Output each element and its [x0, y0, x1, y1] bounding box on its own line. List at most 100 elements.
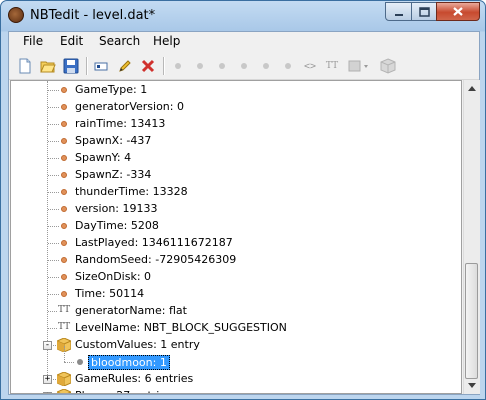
int-tag-icon — [61, 172, 67, 178]
menu-file[interactable]: File — [23, 34, 43, 48]
tree-row[interactable]: LastPlayed: 1346111672187 — [11, 235, 461, 252]
tree-row-label: SizeOnDisk: 0 — [75, 270, 152, 283]
tree-row[interactable]: + GameRules: 6 entries — [11, 371, 461, 388]
int-tag-icon — [61, 223, 67, 229]
byte-tag-icon — [77, 359, 83, 365]
tree-row[interactable]: - CustomValues: 1 entry — [11, 337, 461, 354]
tree-row[interactable]: TT generatorName: flat — [11, 303, 461, 320]
tree-row[interactable]: DayTime: 5208 — [11, 218, 461, 235]
int-tag-icon — [61, 291, 67, 297]
menu-bar: File Edit Search Help — [9, 32, 479, 52]
edit-button[interactable] — [115, 56, 135, 76]
tree-connector — [48, 107, 59, 108]
tree-connector — [64, 362, 74, 363]
tree-row-label: DayTime: 5208 — [75, 219, 159, 232]
new-file-button[interactable] — [15, 56, 35, 76]
add-list-button[interactable] — [346, 56, 374, 76]
tree-row-label: SpawnX: -437 — [75, 134, 152, 147]
tree-row[interactable]: SpawnY: 4 — [11, 150, 461, 167]
tree-row[interactable]: thunderTime: 13328 — [11, 184, 461, 201]
edit-icon — [119, 60, 131, 72]
nbt-tree-view[interactable]: GameType: 1 generatorVersion: 0 rainTime: … — [10, 80, 462, 394]
maximize-icon — [418, 6, 430, 17]
compound-tag-icon — [57, 372, 71, 386]
tree-row[interactable]: GameType: 1 — [11, 82, 461, 99]
tree-row[interactable]: SpawnX: -437 — [11, 133, 461, 150]
add-string-icon: TT — [325, 61, 339, 71]
tree-row-label: Time: 50114 — [75, 287, 145, 300]
add-float-icon — [263, 63, 269, 69]
int-tag-icon — [61, 138, 67, 144]
tree-row-label: SpawnZ: -334 — [75, 168, 152, 181]
tree-row[interactable]: Time: 50114 — [11, 286, 461, 303]
maximize-button[interactable] — [411, 2, 437, 21]
collapse-icon[interactable]: - — [43, 341, 52, 350]
tree-row-label: rainTime: 13413 — [75, 117, 166, 130]
tree-row[interactable]: bloodmoon: 1 — [11, 346, 461, 371]
add-short-button[interactable] — [190, 56, 210, 76]
tree-row[interactable]: TT LevelName: NBT_BLOCK_SUGGESTION — [11, 320, 461, 337]
app-icon — [8, 7, 24, 23]
tree-connector — [48, 124, 59, 125]
open-folder-icon — [40, 61, 56, 73]
tree-row-label: bloodmoon: 1 — [88, 355, 170, 370]
add-compound-button[interactable] — [378, 56, 398, 76]
int-tag-icon — [61, 104, 67, 110]
add-byte-array-button[interactable]: <> — [300, 56, 320, 76]
int-tag-icon — [61, 274, 67, 280]
delete-button[interactable] — [138, 56, 158, 76]
tree-connector — [48, 277, 59, 278]
tree-row[interactable]: SpawnZ: -334 — [11, 167, 461, 184]
open-button[interactable] — [38, 56, 58, 76]
add-list-icon — [348, 60, 368, 72]
tree-row[interactable]: RandomSeed: -72905426309 — [11, 252, 461, 269]
tree-row[interactable]: version: 19133 — [11, 201, 461, 218]
add-byte-icon — [175, 63, 181, 69]
add-long-icon — [241, 63, 247, 69]
tree-row-label: LevelName: NBT_BLOCK_SUGGESTION — [75, 321, 287, 334]
save-button[interactable] — [61, 56, 81, 76]
scroll-thumb[interactable] — [465, 263, 478, 379]
delete-icon — [141, 59, 155, 73]
save-icon — [63, 58, 79, 74]
tree-row[interactable]: generatorVersion: 0 — [11, 99, 461, 116]
vertical-scrollbar[interactable] — [463, 80, 480, 394]
close-icon — [453, 7, 463, 16]
tree-row[interactable]: + Player: 27 entries — [11, 388, 461, 393]
add-int-button[interactable] — [212, 56, 232, 76]
scroll-up-icon — [468, 86, 476, 91]
expand-icon[interactable]: + — [43, 375, 52, 384]
menu-edit[interactable]: Edit — [60, 34, 83, 48]
tree-row-label: Player: 27 entries — [75, 389, 172, 393]
scroll-up-button[interactable] — [464, 80, 480, 97]
minimize-icon — [394, 13, 403, 16]
rename-icon — [94, 62, 108, 71]
menu-help[interactable]: Help — [153, 34, 180, 48]
add-string-button[interactable]: TT — [322, 56, 342, 76]
add-byte-button[interactable] — [168, 56, 188, 76]
tree-row-label: GameRules: 6 entries — [75, 372, 194, 385]
tree-connector — [48, 209, 59, 210]
scroll-down-button[interactable] — [464, 377, 480, 394]
expand-icon[interactable]: + — [43, 392, 52, 393]
tree-row[interactable]: SizeOnDisk: 0 — [11, 269, 461, 286]
tree-connector — [48, 90, 59, 91]
add-double-icon — [285, 63, 291, 69]
close-button[interactable] — [436, 2, 480, 21]
title-bar[interactable]: NBTedit - level.dat* — [1, 1, 485, 31]
int-tag-icon — [61, 206, 67, 212]
int-tag-icon — [61, 121, 67, 127]
tree-connector — [48, 192, 59, 193]
tree-row-label: LastPlayed: 1346111672187 — [75, 236, 233, 249]
tree-connector — [48, 158, 59, 159]
add-long-button[interactable] — [234, 56, 254, 76]
add-double-button[interactable] — [278, 56, 298, 76]
tree-row[interactable]: rainTime: 13413 — [11, 116, 461, 133]
rename-button[interactable] — [91, 56, 111, 76]
scroll-down-icon — [468, 383, 476, 388]
int-tag-icon — [61, 189, 67, 195]
tree-row-label: SpawnY: 4 — [75, 151, 132, 164]
add-float-button[interactable] — [256, 56, 276, 76]
minimize-button[interactable] — [385, 2, 412, 21]
menu-search[interactable]: Search — [99, 34, 140, 48]
